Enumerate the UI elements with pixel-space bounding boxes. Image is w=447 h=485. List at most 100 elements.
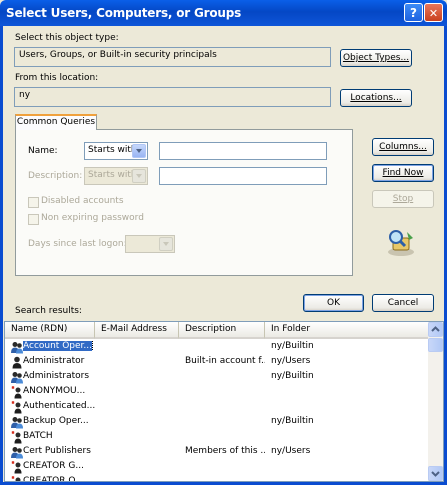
cell-text: ny/Users bbox=[271, 446, 311, 456]
window-frame-left bbox=[0, 26, 3, 485]
description-label: Description: bbox=[28, 171, 83, 181]
table-row[interactable]: Administrator Built-in account f... ny/Use… bbox=[5, 355, 443, 370]
object-types-button-label: Object Types... bbox=[342, 53, 410, 63]
column-header-description[interactable]: Description bbox=[179, 322, 265, 339]
row-cell-name: CREATOR O... bbox=[23, 476, 95, 481]
user-icon bbox=[12, 356, 22, 369]
principal-icon bbox=[11, 431, 22, 444]
days-since-logon-label: Days since last logon: bbox=[28, 239, 127, 249]
help-button[interactable]: ? bbox=[404, 3, 423, 22]
window-title: Select Users, Computers, or Groups bbox=[6, 6, 242, 20]
cell-text: Members of this ... bbox=[185, 446, 265, 456]
row-cell-name: Cert Publishers bbox=[23, 446, 95, 456]
group-icon bbox=[11, 342, 23, 354]
cell-text: BATCH bbox=[23, 431, 53, 441]
row-cell-desc: Built-in account f... bbox=[185, 356, 265, 366]
row-cell-folder: ny/Users bbox=[271, 356, 421, 366]
find-now-button[interactable]: Find Now bbox=[372, 164, 434, 182]
ok-button[interactable]: OK bbox=[303, 294, 364, 312]
disabled-accounts-checkbox bbox=[28, 197, 39, 208]
cell-text: Built-in account f... bbox=[185, 356, 265, 366]
row-cell-desc: Members of this ... bbox=[185, 446, 265, 456]
row-cell-name: BATCH bbox=[23, 431, 95, 441]
non-expiring-password-checkbox bbox=[28, 214, 39, 225]
chevron-up-icon bbox=[431, 326, 440, 332]
row-cell-folder: ny/Users bbox=[271, 446, 421, 456]
chevron-down-icon bbox=[159, 237, 173, 251]
name-operator-select[interactable]: Starts with bbox=[84, 142, 148, 160]
table-row[interactable]: ANONYMOU... bbox=[5, 385, 443, 400]
non-expiring-password-label: Non expiring password bbox=[41, 213, 144, 223]
scroll-down-button[interactable] bbox=[428, 466, 443, 481]
cell-text: ny/Builtin bbox=[271, 341, 314, 351]
row-cell-name: Administrators bbox=[23, 371, 95, 381]
cell-text: Authenticated... bbox=[23, 401, 95, 411]
object-type-label: Select this object type: bbox=[15, 33, 119, 43]
cell-text: Administrators bbox=[23, 371, 90, 381]
column-header-folder[interactable]: In Folder bbox=[265, 322, 435, 339]
group-icon bbox=[11, 447, 23, 459]
columns-button[interactable]: Columns... bbox=[372, 138, 434, 156]
object-type-field: Users, Groups, or Built-in security prin… bbox=[14, 47, 331, 67]
table-row[interactable]: CREATOR O... bbox=[5, 475, 443, 481]
object-types-button[interactable]: Object Types... bbox=[340, 49, 412, 67]
locations-button-label: Locations... bbox=[350, 93, 402, 103]
search-icon bbox=[388, 230, 414, 256]
search-results-list[interactable]: Name (RDN) E-Mail Address Description In… bbox=[4, 321, 444, 482]
principal-icon bbox=[11, 476, 21, 481]
description-operator-select: Starts with bbox=[84, 167, 148, 185]
cell-text: ANONYMOU... bbox=[23, 386, 86, 396]
group-icon bbox=[11, 417, 23, 429]
location-field: ny bbox=[14, 87, 331, 107]
principal-icon bbox=[11, 386, 22, 399]
days-since-logon-select bbox=[125, 235, 175, 253]
stop-button-label: Stop bbox=[392, 194, 414, 204]
name-input[interactable] bbox=[159, 142, 327, 160]
principal-icon bbox=[11, 461, 22, 474]
row-cell-folder: ny/Builtin bbox=[271, 371, 421, 381]
table-row[interactable]: Backup Oper... ny/Builtin bbox=[5, 415, 443, 430]
group-icon bbox=[11, 372, 23, 384]
locations-button[interactable]: Locations... bbox=[340, 89, 412, 107]
cell-text: Cert Publishers bbox=[23, 446, 91, 456]
row-cell-name: Administrator bbox=[23, 356, 95, 366]
name-label: Name: bbox=[28, 146, 58, 156]
table-row[interactable]: Authenticated... bbox=[5, 400, 443, 415]
row-cell-name: Authenticated... bbox=[23, 401, 95, 411]
row-cell-folder: ny/Builtin bbox=[271, 416, 421, 426]
table-row[interactable]: Cert Publishers Members of this ... ny/Use… bbox=[5, 445, 443, 460]
table-row[interactable]: Administrators ny/Builtin bbox=[5, 370, 443, 385]
tab-common-queries[interactable]: Common Queries bbox=[15, 114, 97, 130]
name-operator-value: Starts with bbox=[88, 145, 137, 155]
scroll-thumb[interactable] bbox=[428, 338, 443, 352]
table-row[interactable]: CREATOR G... bbox=[5, 460, 443, 475]
cell-text: Administrator bbox=[23, 356, 85, 366]
columns-button-label: Columns... bbox=[379, 142, 427, 152]
row-cell-folder: ny/Builtin bbox=[271, 341, 421, 351]
cell-text: Account Oper... bbox=[23, 341, 93, 351]
scroll-up-button[interactable] bbox=[428, 322, 443, 337]
stop-button: Stop bbox=[372, 190, 434, 208]
principal-icon bbox=[11, 401, 22, 414]
close-button[interactable]: ✕ bbox=[424, 3, 443, 22]
description-input[interactable] bbox=[159, 167, 327, 185]
location-label: From this location: bbox=[15, 73, 99, 83]
column-header-email[interactable]: E-Mail Address bbox=[95, 322, 179, 339]
cell-text: ny/Builtin bbox=[271, 371, 314, 381]
disabled-accounts-label: Disabled accounts bbox=[41, 196, 124, 206]
search-results-label: Search results: bbox=[15, 306, 82, 316]
chevron-down-icon bbox=[431, 471, 440, 477]
cell-text: CREATOR G... bbox=[23, 461, 84, 471]
table-row[interactable]: Account Oper... ny/Builtin bbox=[5, 340, 443, 355]
cell-text: ny/Users bbox=[271, 356, 311, 366]
cancel-button[interactable]: Cancel bbox=[372, 294, 434, 312]
cell-text: ny/Builtin bbox=[271, 416, 314, 426]
description-operator-value: Starts with bbox=[88, 170, 137, 180]
chevron-down-icon[interactable] bbox=[132, 144, 146, 158]
column-header-name[interactable]: Name (RDN) bbox=[5, 322, 95, 339]
table-row[interactable]: BATCH bbox=[5, 430, 443, 445]
chevron-down-icon bbox=[132, 169, 146, 183]
results-scrollbar[interactable] bbox=[428, 322, 443, 481]
row-cell-name: Account Oper... bbox=[23, 341, 95, 351]
cell-text: Backup Oper... bbox=[23, 416, 89, 426]
